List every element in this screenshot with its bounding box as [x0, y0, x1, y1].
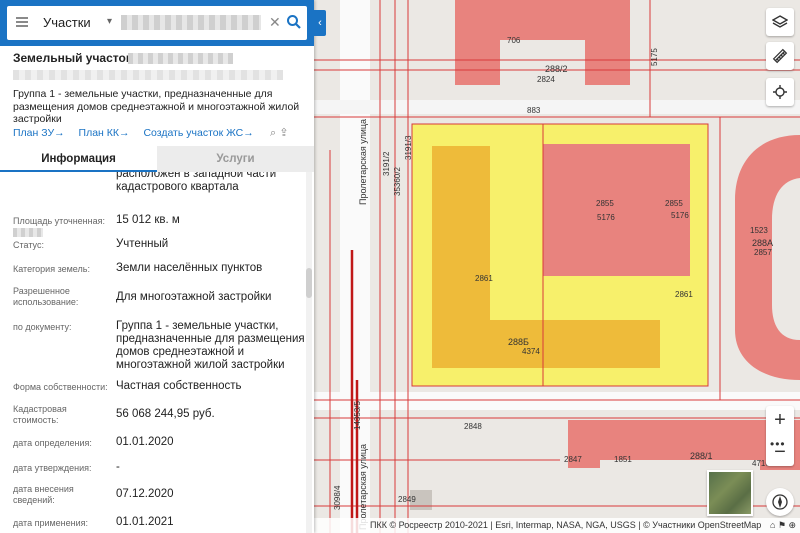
chevron-down-icon[interactable]: ▾	[107, 16, 112, 27]
layers-button[interactable]	[766, 8, 794, 36]
label-3191-3: 3191/3	[404, 135, 413, 160]
ruler-icon	[772, 48, 788, 64]
share-icon[interactable]: ⇪	[279, 127, 288, 139]
card-description: Группа 1 - земельные участки, предназнач…	[13, 88, 300, 125]
plan-kk-link[interactable]: План КК→	[79, 127, 130, 139]
tab-bar: Информация Услуги	[0, 146, 314, 172]
row-value: расположен в западной части кадастрового…	[116, 172, 277, 193]
card-action-icons: ⌕ ⇪	[270, 126, 288, 140]
label-3191-2: 3191/2	[382, 151, 391, 176]
label-5175: 5175	[650, 48, 659, 66]
label-2847: 2847	[564, 455, 582, 464]
label-4374: 4374	[522, 347, 540, 356]
row-label: Категория земель:	[13, 264, 90, 274]
row-value: Частная собственность	[116, 380, 242, 392]
label-14353-5: 14353/5	[353, 401, 362, 430]
card-links: План ЗУ→ План КК→ Создать участок ЖС→	[13, 127, 265, 139]
row-label: дата определения:	[13, 438, 92, 448]
label-2824: 2824	[537, 75, 555, 84]
menu-icon[interactable]	[16, 17, 28, 27]
label-2861a: 2861	[475, 274, 493, 283]
row-value: 01.01.2020	[116, 436, 174, 448]
label-5176a: 5176	[597, 213, 615, 222]
measure-button[interactable]	[766, 42, 794, 70]
row-label: Статус:	[13, 240, 44, 250]
attribution-text: ПКК © Росреестр 2010-2021 | Esri, Interm…	[370, 520, 762, 530]
layers-icon	[772, 15, 788, 28]
label-2855a: 2855	[596, 199, 614, 208]
panel-scrollbar-thumb[interactable]	[306, 268, 312, 298]
map-attribution: ПКК © Росреестр 2010-2021 | Esri, Interm…	[314, 518, 800, 533]
locate-button[interactable]	[766, 78, 794, 106]
panel-scrollbar[interactable]	[306, 172, 312, 533]
compass-button[interactable]	[766, 488, 794, 516]
basemap-thumbnail[interactable]	[707, 470, 753, 516]
row-value: 56 068 244,95 руб.	[116, 408, 215, 420]
compass-icon	[772, 494, 788, 510]
search-category-select[interactable]: Участки	[43, 15, 91, 30]
row-label: дата утверждения:	[13, 463, 92, 473]
zoom-in-button[interactable]: +	[766, 406, 794, 434]
search-parcel-icon[interactable]: ⌕	[270, 127, 276, 139]
create-parcel-link[interactable]: Создать участок ЖС→	[143, 127, 253, 139]
label-1851: 1851	[614, 455, 632, 464]
row-label: Разрешенное использование:	[13, 286, 79, 307]
more-icon[interactable]: •••	[770, 437, 786, 451]
info-panel: Участки ▾ ✕ Земельный участок Группа 1 -…	[0, 0, 314, 533]
card-title: Земельный участок	[13, 51, 132, 65]
row-value: -	[116, 461, 120, 473]
label-706: 706	[507, 36, 521, 45]
row-value: 07.12.2020	[116, 488, 174, 500]
close-icon[interactable]: ✕	[269, 14, 281, 31]
row-value: Учтенный	[116, 238, 169, 250]
label-1523: 1523	[750, 226, 768, 235]
label-288-2: 288/2	[545, 64, 568, 74]
label-5176b: 5176	[671, 211, 689, 220]
search-input[interactable]	[121, 15, 261, 30]
label-2861b: 2861	[675, 290, 693, 299]
label-2855b: 2855	[665, 199, 683, 208]
label-288a: 288А	[752, 238, 773, 248]
row-label: Форма собственности:	[13, 382, 108, 392]
row-label: Кадастровая стоимость:	[13, 404, 67, 425]
row-label: по документу:	[13, 322, 72, 332]
address-hidden	[13, 70, 283, 80]
label-2849: 2849	[398, 495, 416, 504]
search-box[interactable]: Участки ▾ ✕	[7, 6, 307, 40]
row-label: дата внесения сведений:	[13, 484, 74, 505]
row-value: 01.01.2021	[116, 516, 174, 528]
info-rows: расположен в западной части кадастрового…	[0, 172, 314, 533]
row-value: Земли населённых пунктов	[116, 262, 263, 274]
collapse-panel-button[interactable]: ‹	[314, 10, 326, 36]
plan-zu-link[interactable]: План ЗУ→	[13, 127, 65, 139]
tab-info[interactable]: Информация	[0, 146, 157, 172]
cadastral-number-hidden	[128, 53, 233, 64]
label-2848: 2848	[464, 422, 482, 431]
row-value: 15 012 кв. м	[116, 214, 180, 226]
building-2855	[543, 144, 690, 276]
label-35360-2: 35360/2	[393, 167, 402, 196]
crosshair-icon	[773, 85, 787, 99]
row-label: Площадь уточненная:	[13, 216, 108, 238]
label-883: 883	[527, 106, 541, 115]
row-label: дата применения:	[13, 518, 89, 528]
attribution-icons[interactable]: ⌂ ⚑ ⊕	[770, 518, 796, 533]
row-value: Для многоэтажной застройки	[116, 291, 272, 303]
label-2857: 2857	[754, 248, 772, 257]
tab-services[interactable]: Услуги	[157, 146, 314, 172]
label-288b: 288Б	[508, 337, 529, 347]
street-label-1: Пролетарская улица	[358, 119, 368, 205]
row-value: Группа 1 - земельные участки, предназнач…	[116, 320, 305, 371]
search-bar: Участки ▾ ✕	[0, 0, 314, 46]
zoom-controls: + −	[766, 406, 794, 466]
label-3098-4: 3098/4	[333, 485, 342, 510]
label-288-1: 288/1	[690, 451, 713, 461]
search-icon[interactable]	[286, 14, 302, 30]
